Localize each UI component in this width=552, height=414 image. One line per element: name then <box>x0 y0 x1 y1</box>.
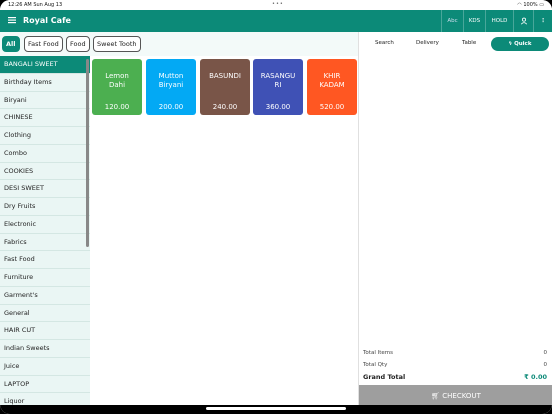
cart-panel: Search Delivery Table ϟ Quick Total Item… <box>358 32 552 414</box>
category-sidebar: BANGALI SWEET Birthday Items Biryani CHI… <box>0 56 90 414</box>
user-button[interactable] <box>513 10 533 32</box>
total-items-row: Total Items 0 <box>359 348 552 360</box>
sidebar-item[interactable]: Birthday Items <box>0 74 90 92</box>
sidebar-item[interactable]: Electronic <box>0 216 90 234</box>
total-qty-label: Total Qty <box>363 361 388 368</box>
chip-sweet-tooth[interactable]: Sweet Tooth <box>93 36 141 52</box>
app-window: 12:26 AM Sun Aug 13 ••• ◠ 100% ▭ Royal C… <box>0 0 552 414</box>
sidebar-item[interactable]: Clothing <box>0 127 90 145</box>
status-bar: 12:26 AM Sun Aug 13 ••• ◠ 100% ▭ <box>0 0 552 10</box>
product-tile[interactable]: KHIR KADAM 520.00 <box>307 59 357 115</box>
grand-total-label: Grand Total <box>363 373 406 381</box>
sidebar-item[interactable]: Combo <box>0 145 90 163</box>
product-price: 120.00 <box>104 103 130 111</box>
total-items-value: 0 <box>543 350 548 356</box>
sidebar-item[interactable]: HAIR CUT <box>0 322 90 340</box>
abc-button[interactable]: Abc <box>441 10 463 32</box>
cart-icon: 🛒︎ <box>431 392 441 400</box>
app-bar: Royal Cafe Abc KDS HOLD ⋮ <box>0 10 552 32</box>
cart-tabs: Search Delivery Table ϟ Quick <box>359 32 552 56</box>
sidebar-item[interactable]: Fast Food <box>0 251 90 269</box>
chip-food[interactable]: Food <box>66 36 90 52</box>
status-right: ◠ 100% ▭ <box>517 2 544 8</box>
sidebar-item[interactable]: Biryani <box>0 92 90 110</box>
bolt-icon: ϟ <box>508 41 513 47</box>
total-items-label: Total Items <box>363 350 393 356</box>
sidebar-item[interactable]: Furniture <box>0 269 90 287</box>
status-time: 12:26 AM Sun Aug 13 <box>8 2 63 8</box>
chip-all[interactable]: All <box>2 36 20 52</box>
product-name: Mutton Biryani <box>158 72 184 89</box>
sidebar-item[interactable]: Dry Fruits <box>0 198 90 216</box>
product-price: 360.00 <box>265 103 291 111</box>
sidebar-item[interactable]: DESI SWEET <box>0 180 90 198</box>
total-qty-row: Total Qty 0 <box>359 360 552 372</box>
tab-delivery[interactable]: Delivery <box>416 40 439 46</box>
sidebar-item-bangali-sweet[interactable]: BANGALI SWEET <box>0 56 90 74</box>
sidebar-item[interactable]: Fabrics <box>0 234 90 252</box>
chip-fast-food[interactable]: Fast Food <box>24 36 63 52</box>
user-icon <box>520 17 527 24</box>
grand-total-value: ₹ 0.00 <box>524 373 547 381</box>
grand-total-row: Grand Total ₹ 0.00 <box>359 371 552 383</box>
app-title: Royal Cafe <box>23 16 71 25</box>
tab-table[interactable]: Table <box>462 40 476 46</box>
product-price: 200.00 <box>158 103 184 111</box>
product-tile[interactable]: BASUNDI 240.00 <box>200 59 250 115</box>
quick-button[interactable]: ϟ Quick <box>491 37 549 51</box>
multitask-dots-icon[interactable]: ••• <box>272 1 284 7</box>
cart-totals: Total Items 0 Total Qty 0 Grand Total ₹ … <box>359 348 552 383</box>
product-name: KHIR KADAM <box>319 72 345 89</box>
more-options-icon[interactable]: ⋮ <box>533 10 552 32</box>
sidebar-item[interactable]: Indian Sweets <box>0 340 90 358</box>
product-price: 520.00 <box>319 103 345 111</box>
sidebar-item[interactable]: LAPTOP <box>0 376 90 394</box>
hamburger-menu-icon[interactable] <box>7 15 17 25</box>
kds-button[interactable]: KDS <box>463 10 485 32</box>
product-grid: Lemon Dahi 120.00 Mutton Biryani 200.00 … <box>90 56 358 408</box>
product-name: BASUNDI <box>209 72 241 80</box>
tab-search[interactable]: Search <box>375 40 394 46</box>
category-filter-bar: All Fast Food Food Sweet Tooth <box>0 32 358 56</box>
total-qty-value: 0 <box>543 361 548 368</box>
sidebar-item[interactable]: Juice <box>0 358 90 376</box>
product-name: RASANGU RI <box>260 72 296 89</box>
sidebar-item[interactable]: CHINESE <box>0 109 90 127</box>
hold-button[interactable]: HOLD <box>485 10 513 32</box>
home-indicator[interactable] <box>206 407 346 410</box>
product-price: 240.00 <box>212 103 238 111</box>
product-name: Lemon Dahi <box>105 72 129 89</box>
sidebar-item[interactable]: Garment's <box>0 287 90 305</box>
product-tile[interactable]: RASANGU RI 360.00 <box>253 59 303 115</box>
sidebar-item[interactable]: General <box>0 305 90 323</box>
sidebar-scrollbar[interactable] <box>86 59 89 247</box>
quick-label: Quick <box>514 41 532 47</box>
product-tile[interactable]: Mutton Biryani 200.00 <box>146 59 196 115</box>
checkout-label: CHECKOUT <box>442 392 481 400</box>
checkout-button[interactable]: 🛒︎ CHECKOUT <box>359 385 552 407</box>
sidebar-item[interactable]: COOKIES <box>0 163 90 181</box>
product-tile[interactable]: Lemon Dahi 120.00 <box>92 59 142 115</box>
